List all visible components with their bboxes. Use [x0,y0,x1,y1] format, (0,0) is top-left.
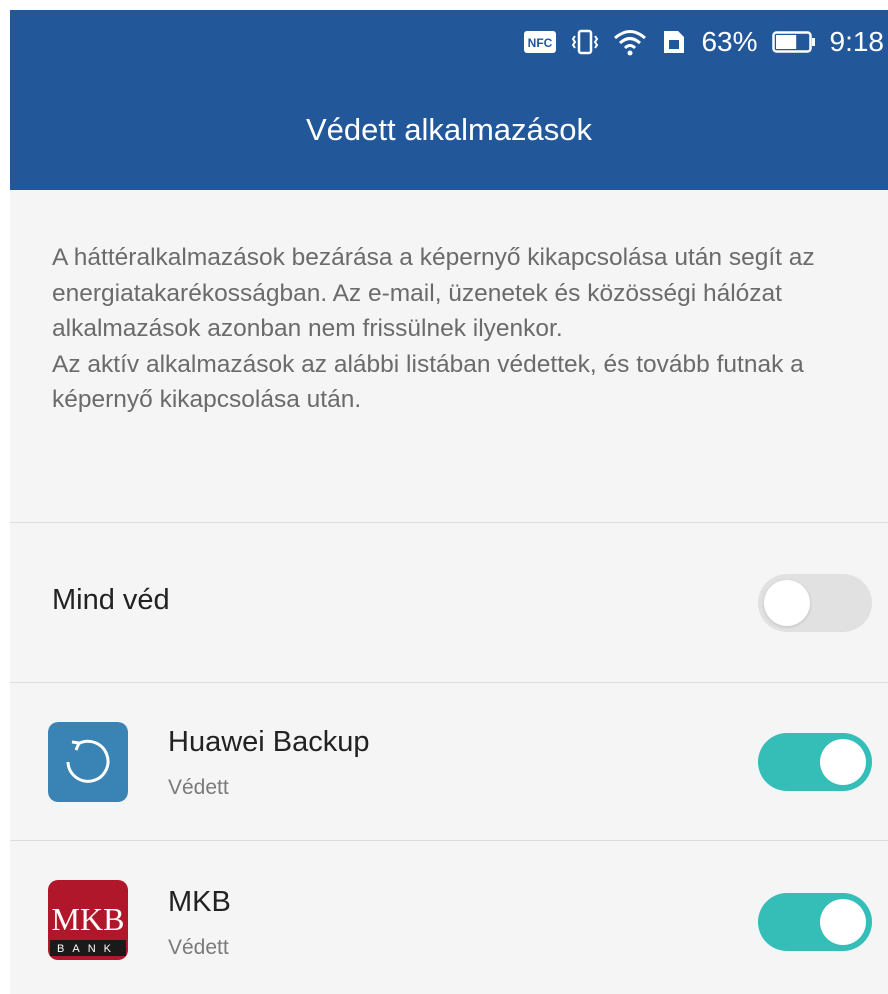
protect-all-label: Mind véd [52,584,170,616]
mkb-toggle[interactable] [758,893,872,951]
divider [10,522,888,523]
toggle-knob [764,580,810,626]
toggle-knob [820,739,866,785]
protect-all-toggle[interactable] [758,574,872,632]
wifi-icon [613,28,647,56]
mkb-bank-icon: MKB BANK [48,880,128,960]
nfc-icon: NFC [523,30,557,54]
toggle-knob [820,899,866,945]
sim-card-icon [661,28,687,56]
app-status: Védett [168,936,229,959]
battery-icon [771,30,816,54]
clock: 9:18 [829,26,885,57]
app-bar: NFC 63% 9:18 Védett alkalmazások [10,10,888,190]
svg-text:MKB: MKB [52,901,125,937]
description: A háttéralkalmazások bezárása a képernyő… [52,240,872,418]
status-bar: NFC 63% 9:18 [523,22,884,62]
huawei-backup-icon [48,722,128,802]
svg-text:NFC: NFC [528,36,553,50]
description-paragraph: Az aktív alkalmazások az alábbi listában… [52,350,804,414]
page-title: Védett alkalmazások [305,112,593,147]
description-paragraph: A háttéralkalmazások bezárása a képernyő… [52,244,815,342]
divider [10,840,888,841]
app-name: Huawei Backup [168,726,370,758]
screen: NFC 63% 9:18 Védett alkalmazások A hátté… [10,10,888,994]
app-name: MKB [168,886,231,918]
divider [10,682,888,683]
app-status: Védett [168,776,229,799]
vibrate-icon [571,28,599,56]
svg-text:BANK: BANK [57,943,119,955]
huawei-backup-toggle[interactable] [758,733,872,791]
battery-percent: 63% [701,26,758,57]
